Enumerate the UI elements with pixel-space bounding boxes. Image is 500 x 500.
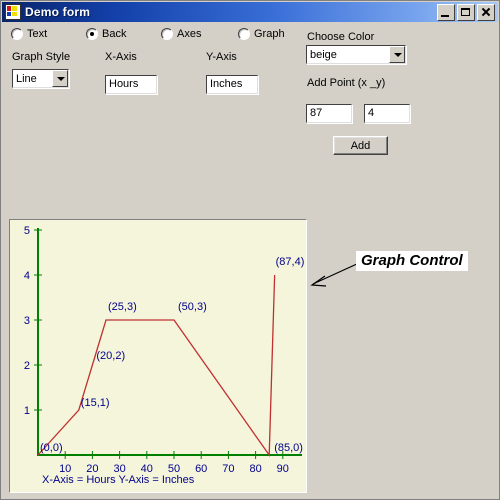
radio-text[interactable]: Text bbox=[11, 28, 47, 40]
y-axis-label: Y-Axis bbox=[206, 51, 237, 63]
maximize-button[interactable] bbox=[457, 3, 475, 21]
svg-text:5: 5 bbox=[24, 225, 30, 237]
radio-label: Graph bbox=[254, 28, 285, 40]
choose-color-value: beige bbox=[310, 48, 337, 61]
radio-indicator bbox=[86, 28, 98, 40]
radio-indicator bbox=[238, 28, 250, 40]
window-buttons bbox=[437, 3, 495, 21]
minimize-button[interactable] bbox=[437, 3, 455, 21]
form-designer-icon bbox=[5, 4, 21, 20]
radio-label: Axes bbox=[177, 28, 202, 40]
svg-text:2: 2 bbox=[24, 360, 30, 372]
radio-label: Text bbox=[27, 28, 48, 40]
choose-color-label: Choose Color bbox=[307, 31, 375, 43]
window-title: Demo form bbox=[25, 5, 91, 19]
data-series-line bbox=[37, 274, 276, 457]
graph-svg: 12345 10 20 30 40 50 60 70 80 90 (0,0)(15,1)(20,… bbox=[24, 225, 305, 486]
y-axis-ticks: 1 2 3 4 5 bbox=[24, 225, 42, 417]
graph-style-dropdown[interactable]: Line bbox=[12, 69, 69, 88]
add-point-label: Add Point (x _y) bbox=[307, 77, 386, 89]
add-point-y-input[interactable]: 4 bbox=[364, 104, 410, 123]
chevron-down-icon[interactable] bbox=[389, 46, 405, 63]
close-button[interactable] bbox=[477, 3, 495, 21]
svg-text:3: 3 bbox=[24, 315, 30, 327]
callout-label: Graph Control bbox=[356, 251, 468, 271]
graph-control-panel[interactable]: 12345 10 20 30 40 50 60 70 80 90 (0,0) (15,1) (20,… bbox=[9, 219, 307, 493]
svg-text:(87,4): (87,4) bbox=[276, 256, 305, 268]
graph-style-label: Graph Style bbox=[12, 51, 71, 63]
svg-text:(85,0): (85,0) bbox=[274, 442, 303, 454]
axis-units-label: X-Axis = Hours Y-Axis = Inches bbox=[42, 474, 195, 486]
data-point-labels: (0,0) (15,1) (20,2) (25,3) (50,3) (85,0) (87,4… bbox=[40, 256, 304, 454]
radio-label: Back bbox=[102, 28, 127, 40]
callout-arrow-icon bbox=[310, 262, 360, 287]
add-button[interactable]: Add bbox=[333, 136, 388, 155]
x-axis-label: X-Axis bbox=[105, 51, 137, 63]
radio-indicator bbox=[161, 28, 173, 40]
svg-text:4: 4 bbox=[24, 270, 30, 282]
x-axis-input[interactable]: Hours bbox=[105, 75, 157, 94]
chevron-down-icon[interactable] bbox=[52, 70, 68, 87]
svg-text:(20,2): (20,2) bbox=[96, 350, 125, 362]
svg-text:90: 90 bbox=[277, 463, 289, 475]
svg-text:60: 60 bbox=[195, 463, 207, 475]
title-bar[interactable]: Demo form bbox=[2, 2, 498, 22]
maximize-icon bbox=[461, 7, 470, 16]
svg-text:(50,3): (50,3) bbox=[178, 301, 207, 313]
radio-indicator bbox=[11, 28, 23, 40]
svg-text:(25,3): (25,3) bbox=[108, 301, 137, 313]
demo-form-window: Demo form Text Back Axes Graph Graph Sty… bbox=[0, 0, 500, 500]
choose-color-dropdown[interactable]: beige bbox=[306, 45, 406, 64]
svg-text:(0,0): (0,0) bbox=[40, 442, 63, 454]
svg-text:70: 70 bbox=[222, 463, 234, 475]
radio-graph[interactable]: Graph bbox=[238, 28, 285, 40]
svg-text:1: 1 bbox=[24, 405, 30, 417]
y-axis-input[interactable]: Inches bbox=[206, 75, 258, 94]
graph-style-value: Line bbox=[16, 72, 37, 85]
radio-back[interactable]: Back bbox=[86, 28, 126, 40]
svg-text:(15,1): (15,1) bbox=[81, 397, 110, 409]
minimize-icon bbox=[441, 14, 449, 17]
svg-text:80: 80 bbox=[249, 463, 261, 475]
radio-axes[interactable]: Axes bbox=[161, 28, 201, 40]
add-point-x-input[interactable]: 87 bbox=[306, 104, 352, 123]
